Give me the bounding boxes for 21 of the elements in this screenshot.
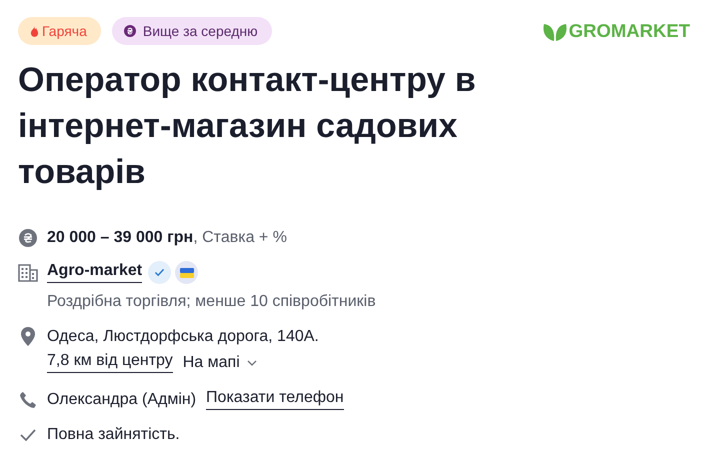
salary-badge: Вище за середню (112, 17, 272, 45)
chevron-icon (246, 360, 257, 366)
phone-icon (18, 390, 38, 408)
salary-text: 20 000 – 39 000 грн, Ставка + % (47, 229, 287, 247)
hryvnia-icon (124, 25, 136, 37)
flame-icon (30, 26, 39, 36)
company-description: Роздрібна торгівля; менше 10 співробітників (47, 293, 377, 311)
checkmark-icon (18, 428, 38, 442)
company-link[interactable]: Agro-market (47, 262, 142, 283)
building-icon (18, 264, 38, 282)
distance-link[interactable]: 7,8 км від центру (47, 352, 173, 373)
map-toggle[interactable]: На мапі (182, 354, 257, 372)
show-phone-link[interactable]: Показати телефон (206, 389, 344, 410)
location-pin-icon (18, 327, 38, 346)
logo-text: GROMARKET (568, 20, 690, 42)
job-title: Оператор контакт-центру в інтернет-магазин садових товарів (18, 60, 477, 193)
employment-type: Повна зайнятість. (47, 426, 180, 444)
address-text: Одеса, Люстдорфська дорога, 140А. (47, 328, 319, 346)
hot-badge: Гаряча (18, 17, 101, 45)
hryvnia-icon (18, 229, 38, 247)
contact-name: Олександра (Адмін) (47, 390, 196, 408)
